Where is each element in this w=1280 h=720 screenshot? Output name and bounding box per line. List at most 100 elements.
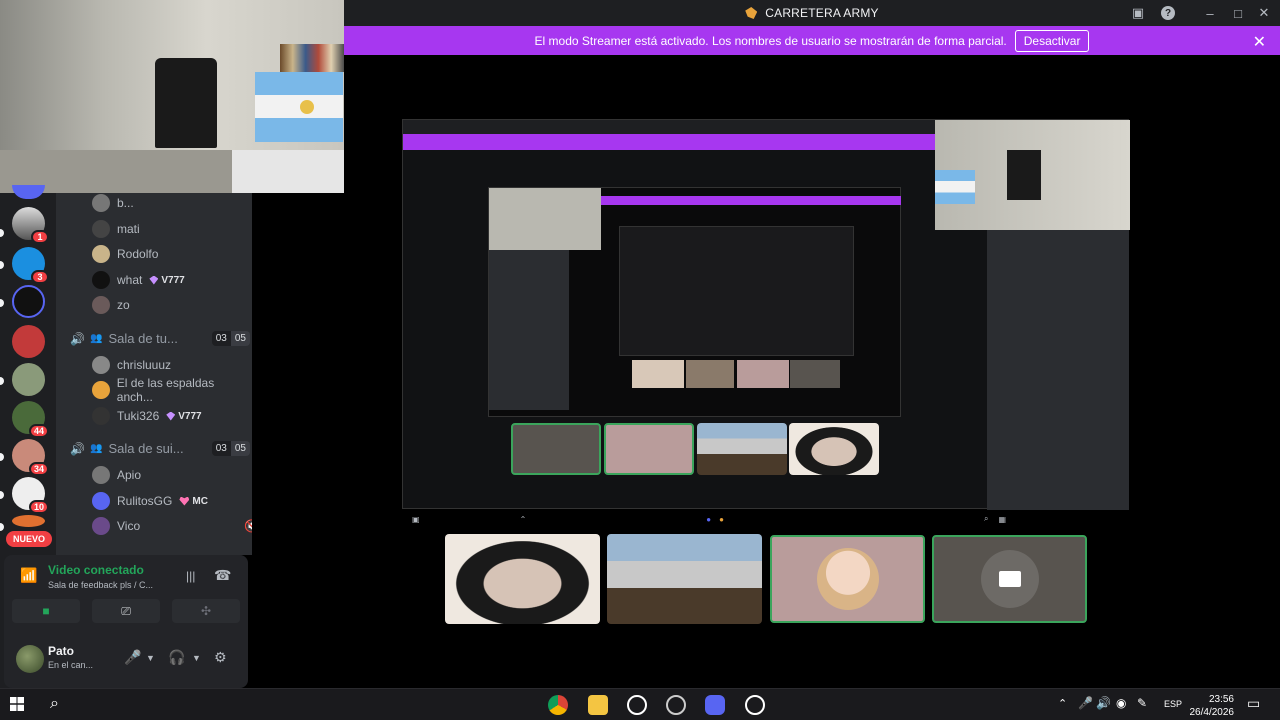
muted-icon: 🔇 xyxy=(244,519,252,533)
nested-channel-list xyxy=(489,250,569,410)
video-tile-camera-off[interactable] xyxy=(932,535,1087,623)
app-icon[interactable] xyxy=(666,695,686,715)
voice-user[interactable]: El de las espaldas anch... xyxy=(92,376,252,404)
language-indicator[interactable]: ESP xyxy=(1164,699,1182,709)
voice-user[interactable]: b... xyxy=(92,193,134,214)
avatar xyxy=(92,517,110,535)
nested-video-tile xyxy=(789,423,879,475)
avatar[interactable] xyxy=(16,645,44,673)
noise-suppression-icon[interactable]: ||| xyxy=(186,569,195,583)
close-button[interactable]: ✕ xyxy=(1250,0,1278,26)
voice-user[interactable]: Vico 🔇 xyxy=(92,515,252,537)
username[interactable]: Pato xyxy=(48,644,74,658)
channel-list: b... mati Rodolfo what V777 zo 🔊 👥 Sala de … xyxy=(56,193,252,555)
server-icon[interactable]: 3 xyxy=(12,247,49,284)
microphone-icon[interactable]: 🎤 xyxy=(124,649,141,666)
record-icon[interactable]: ◉ xyxy=(1116,696,1126,710)
clock-time: 23:56 xyxy=(1208,694,1234,705)
pen-icon[interactable]: ✎ xyxy=(1137,696,1147,710)
window-icon[interactable]: ▣ xyxy=(412,515,420,524)
close-banner-icon[interactable]: ✕ xyxy=(1253,32,1266,52)
activities-button[interactable]: ✣ xyxy=(172,599,240,623)
screen-share-icon[interactable]: ▣ xyxy=(1124,0,1152,26)
discord-icon[interactable] xyxy=(705,695,725,715)
server-icon[interactable]: 1 xyxy=(12,207,49,244)
server-icon[interactable] xyxy=(12,363,45,396)
discord-taskbar-icon[interactable]: ● xyxy=(706,515,711,524)
camera-button[interactable]: ■ xyxy=(12,599,80,623)
video-tile-user[interactable] xyxy=(445,534,600,624)
server-icon[interactable] xyxy=(12,325,45,358)
system-clock[interactable]: 23:56 26/4/2026 xyxy=(1190,693,1235,719)
webcam-flag xyxy=(255,72,343,142)
voice-user[interactable]: Apio xyxy=(92,464,141,486)
voice-user[interactable]: chrisluuuz xyxy=(92,354,171,376)
chrome-icon[interactable] xyxy=(548,695,568,715)
obs-icon[interactable] xyxy=(745,695,765,715)
minimize-button[interactable]: – xyxy=(1196,0,1224,26)
nested-tile xyxy=(686,360,734,388)
server-icon[interactable]: 44 xyxy=(12,401,49,438)
volume-icon[interactable]: 🔊 xyxy=(1096,696,1111,710)
chrome-taskbar-icon[interactable]: ● xyxy=(719,515,724,524)
start-windows-icon[interactable] xyxy=(10,697,24,711)
notification-icon[interactable]: ▭ xyxy=(1247,695,1260,712)
search-icon[interactable]: ⌕ xyxy=(984,514,988,524)
signal-icon: 📶 xyxy=(20,567,38,583)
help-icon[interactable]: ? xyxy=(1154,0,1182,26)
settings-gear-icon[interactable]: ⚙ xyxy=(214,649,227,666)
server-icon[interactable] xyxy=(12,285,45,318)
title-bar: CARRETERA ARMY ▣ ? – □ ✕ xyxy=(344,0,1280,26)
voice-connection-panel: 📶 Video conectado Sala de feedback pls /… xyxy=(4,555,248,631)
voice-user[interactable]: what V777 xyxy=(92,269,185,291)
search-icon[interactable]: ⌕ xyxy=(50,695,59,713)
voice-room[interactable]: 🔊 👥 Sala de tu... 03 05 xyxy=(70,327,250,349)
voice-user[interactable]: Rodolfo xyxy=(92,243,158,265)
microphone-icon[interactable]: 🎤 xyxy=(1078,696,1093,710)
chevron-up-icon[interactable]: ⌃ xyxy=(520,515,527,524)
video-tile-avatar[interactable] xyxy=(770,535,925,623)
nested-sidebar xyxy=(987,230,1129,510)
unread-pill xyxy=(0,229,4,237)
headphones-icon[interactable]: 🎧 xyxy=(168,649,185,666)
voice-room[interactable]: 🔊 👥 Sala de sui... 03 05 xyxy=(70,437,250,459)
unread-pill xyxy=(0,261,4,269)
avatar xyxy=(92,381,110,399)
unread-pill xyxy=(0,491,4,499)
nested-screen-share xyxy=(488,187,901,417)
screen-share-preview[interactable] xyxy=(402,119,1130,510)
voice-user[interactable]: Tuki326 V777 xyxy=(92,405,202,427)
voice-user[interactable]: RulitosGG MC xyxy=(92,490,208,512)
server-icon[interactable]: 34 xyxy=(12,439,49,476)
grid-icon[interactable]: ▦ xyxy=(998,515,1006,524)
voice-user[interactable]: zo xyxy=(92,294,130,316)
chevron-down-icon[interactable]: ▼ xyxy=(192,653,201,663)
screen-share-button[interactable]: ⎚ xyxy=(92,599,160,623)
webcam-overlay xyxy=(0,0,344,193)
voice-channel[interactable]: Sala de feedback pls / C... xyxy=(48,580,153,590)
streamer-mode-banner: El modo Streamer está activado. Los nomb… xyxy=(344,26,1280,55)
webcam-flag-sun xyxy=(300,100,314,114)
chevron-up-icon[interactable]: ⌃ xyxy=(1058,697,1067,710)
server-icon[interactable]: 10 xyxy=(12,477,49,514)
user-tag: MC xyxy=(179,496,208,507)
deactivate-button[interactable]: Desactivar xyxy=(1014,29,1090,52)
chatgpt-icon[interactable] xyxy=(627,695,647,715)
voice-status[interactable]: Video conectado xyxy=(48,563,144,577)
mention-badge: 34 xyxy=(28,462,49,476)
room-lock-icon: 👥 xyxy=(90,332,103,344)
heart-icon xyxy=(179,496,190,506)
disconnect-icon[interactable]: ☎ xyxy=(214,567,231,584)
clock-date: 26/4/2026 xyxy=(1189,707,1235,718)
gem-icon xyxy=(166,411,176,421)
user-panel: Pato En el can... 🎤 ▼ 🎧 ▼ ⚙ xyxy=(4,631,248,688)
file-explorer-icon[interactable] xyxy=(588,695,608,715)
mention-badge: 3 xyxy=(31,270,49,284)
chevron-down-icon[interactable]: ▼ xyxy=(146,653,155,663)
room-count: 03 05 xyxy=(211,330,250,346)
server-logo-icon xyxy=(745,7,758,19)
voice-user[interactable]: mati xyxy=(92,218,140,240)
nested-screen-share-deep xyxy=(619,226,854,356)
maximize-button[interactable]: □ xyxy=(1224,0,1252,26)
video-tile-room[interactable] xyxy=(607,534,762,624)
